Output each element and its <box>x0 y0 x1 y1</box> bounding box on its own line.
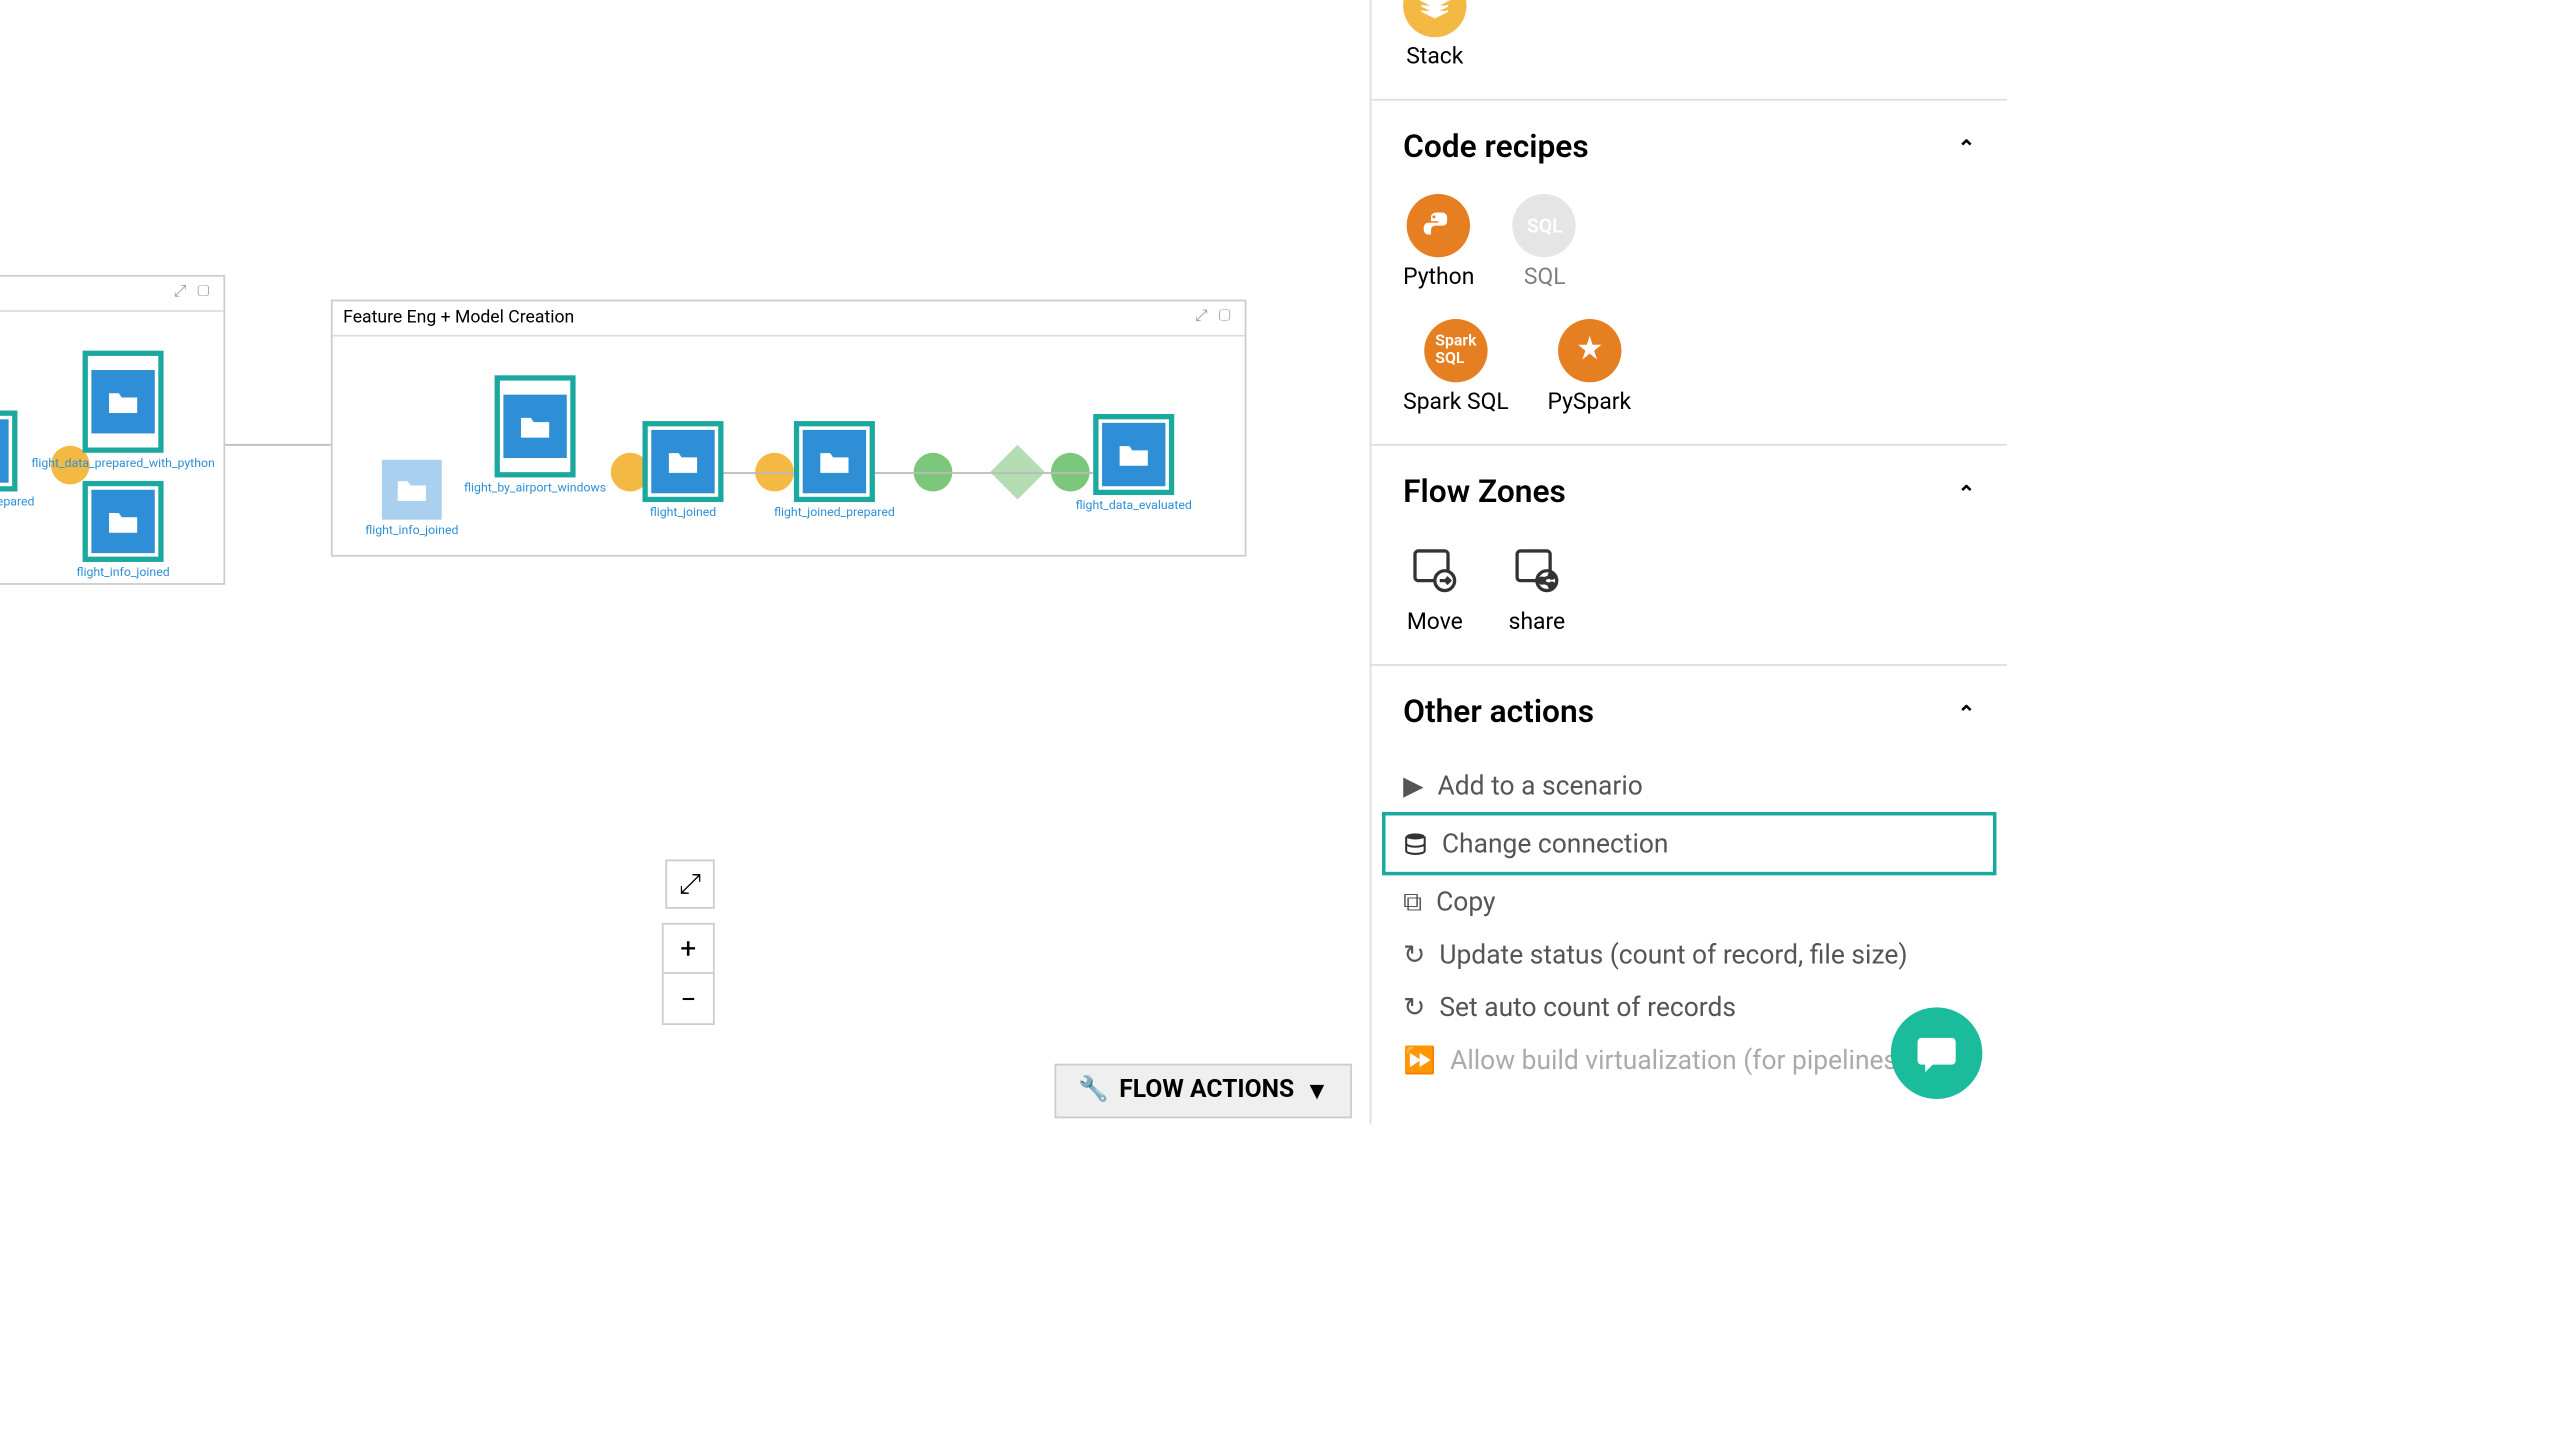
dataset-node[interactable]: flight_data_evaluated <box>1093 414 1174 495</box>
dataset-node[interactable]: flight_joined_prepared <box>794 421 875 502</box>
zone-tools-icon[interactable]: ⤢ ▢ <box>174 284 213 303</box>
move-zone-action[interactable]: Move <box>1403 539 1466 636</box>
forward-icon: ⏩ <box>1403 1044 1436 1076</box>
spark-sql-recipe[interactable]: SparkSQL Spark SQL <box>1403 319 1509 416</box>
refresh-icon: ↻ <box>1403 939 1425 971</box>
dataset-node[interactable]: flight_data_prepared_with_python <box>83 351 164 453</box>
refresh-icon: ↻ <box>1403 992 1425 1024</box>
dataset-node[interactable]: flight_joined <box>642 421 723 502</box>
flow-actions-button[interactable]: 🔧 FLOW ACTIONS ▼ <box>1055 1063 1352 1118</box>
copy-action[interactable]: ⧉ Copy <box>1400 875 1979 928</box>
right-panel: ✖ Clear data 🗑 Delete Visual recipes⌃ St… <box>1370 0 2007 1124</box>
flow-canvas[interactable]: Ingest + Data Checks⤢ ▢ flight_data_inpu… <box>0 0 1370 1057</box>
database-icon <box>1403 831 1428 856</box>
copy-icon: ⧉ <box>1403 886 1422 918</box>
change-connection-action[interactable]: Change connection <box>1382 812 1996 875</box>
bottom-bar: 👁 View : default ▼ 🔧 FLOW ACTIONS ▼ <box>0 1057 1370 1124</box>
dataset-node[interactable]: flight_input_prepared <box>0 411 17 492</box>
zoom-in-button[interactable]: + <box>664 925 713 974</box>
other-actions-section[interactable]: Other actions⌃ <box>1371 666 2007 759</box>
zone-ingest-data-checks[interactable]: Ingest + Data Checks⤢ ▢ flight_data_inpu… <box>0 275 225 585</box>
move-icon <box>1403 539 1466 602</box>
spark-sql-icon: SparkSQL <box>1424 319 1487 382</box>
stack-icon <box>1403 0 1466 37</box>
zoom-controls: + − <box>662 923 715 1025</box>
code-recipes-section[interactable]: Code recipes⌃ <box>1371 101 2007 194</box>
pyspark-recipe[interactable]: PySpark <box>1547 319 1631 416</box>
play-icon: ▶ <box>1403 770 1423 802</box>
intercom-chat-button[interactable] <box>1891 1007 1983 1099</box>
fullscreen-button[interactable]: ⤢ <box>665 859 714 908</box>
dataset-node[interactable]: flight_info_joined <box>83 481 164 562</box>
dataset-node[interactable]: flight_by_airport_windows <box>495 375 576 477</box>
add-to-scenario-action[interactable]: ▶ Add to a scenario <box>1400 759 1979 812</box>
sql-icon: SQL <box>1513 194 1576 257</box>
zone-tools-icon[interactable]: ⤢ ▢ <box>1195 308 1234 327</box>
dataset-node[interactable]: flight_info_joined <box>382 460 442 520</box>
zone-feature-eng-model[interactable]: Feature Eng + Model Creation⤢ ▢ flight_i… <box>331 300 1247 557</box>
pyspark-icon <box>1558 319 1621 382</box>
share-zone-action[interactable]: share <box>1505 539 1568 636</box>
set-auto-count-action[interactable]: ↻ Set auto count of records <box>1400 981 1979 1034</box>
sql-recipe[interactable]: SQL SQL <box>1513 194 1576 291</box>
stack-recipe[interactable]: Stack <box>1403 0 1466 71</box>
share-icon <box>1505 539 1568 602</box>
update-status-action[interactable]: ↻ Update status (count of record, file s… <box>1400 928 1979 981</box>
flow-zones-section[interactable]: Flow Zones⌃ <box>1371 446 2007 539</box>
wrench-icon: 🔧 <box>1078 1076 1109 1104</box>
zoom-out-button[interactable]: − <box>664 974 713 1023</box>
python-icon <box>1407 194 1470 257</box>
python-recipe[interactable]: Python <box>1403 194 1474 291</box>
